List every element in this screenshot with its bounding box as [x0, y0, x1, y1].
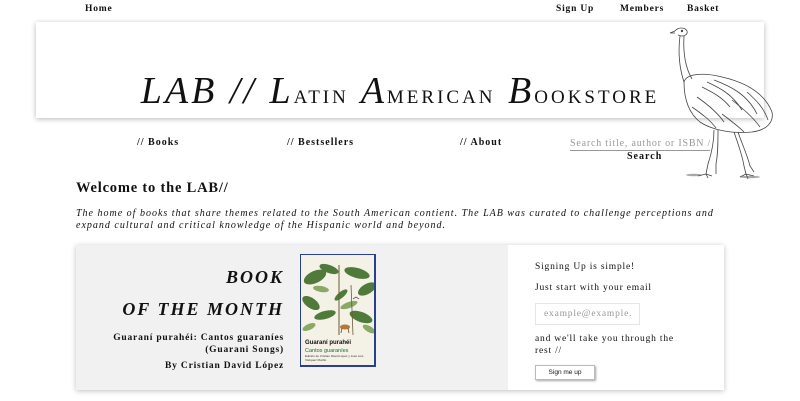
search-input[interactable]: [570, 137, 710, 151]
book-of-month-heading-line1: BOOK: [225, 267, 284, 287]
cover-title: Guaraní purahéi: [305, 340, 352, 346]
email-field[interactable]: [535, 303, 640, 325]
site-title-ookstore: OOKSTORE: [534, 87, 660, 108]
site-title-a: A: [360, 70, 387, 112]
nav-bestsellers-link[interactable]: // Bestsellers: [287, 137, 354, 148]
top-nav: Home Sign Up Members Basket: [0, 0, 800, 20]
welcome-heading: Welcome to the LAB//: [76, 180, 229, 196]
intro-text: The home of books that share themes rela…: [76, 208, 714, 231]
nav-about-link[interactable]: // About: [460, 137, 502, 148]
book-title[interactable]: Guaraní purahéi: Cantos guaraníes (Guara…: [113, 332, 284, 356]
book-of-month-panel: BOOK OF THE MONTH Guaraní purahéi: Canto…: [76, 245, 508, 390]
book-title-line2: (Guarani Songs): [205, 345, 284, 355]
nav-basket-link[interactable]: Basket: [687, 4, 719, 14]
book-title-line1: Guaraní purahéi: Cantos guaraníes: [113, 333, 284, 343]
signup-text-2: Just start with your email: [535, 283, 652, 293]
site-title-atin: ATIN: [293, 87, 349, 108]
signup-text-3: and we'll take you through the rest //: [535, 334, 674, 356]
book-cover-image[interactable]: Guaraní purahéi Cantos guaraníes Edición…: [300, 254, 376, 367]
site-title-merican: MERICAN: [386, 87, 496, 108]
sign-me-up-button[interactable]: Sign me up: [535, 365, 595, 380]
rhea-bird-icon: [669, 27, 773, 180]
nav-sign-up-link[interactable]: Sign Up: [556, 4, 594, 14]
search-button[interactable]: Search: [627, 151, 662, 162]
cover-credit: Edición de Cristian David López y José L…: [305, 354, 364, 362]
nav-home-link[interactable]: Home: [85, 4, 112, 14]
nav-members-link[interactable]: Members: [620, 4, 664, 14]
site-title-l: L: [269, 70, 294, 112]
book-of-month-card: BOOK OF THE MONTH Guaraní purahéi: Canto…: [76, 245, 724, 390]
signup-text-1: Signing Up is simple!: [535, 262, 635, 272]
site-title-b: B: [508, 70, 535, 112]
book-of-month-heading-line2: OF THE MONTH: [122, 299, 284, 319]
nav-books-link[interactable]: // Books: [137, 137, 179, 148]
book-author: By Cristian David López: [165, 361, 284, 371]
site-title-lab: LAB //: [140, 70, 257, 112]
